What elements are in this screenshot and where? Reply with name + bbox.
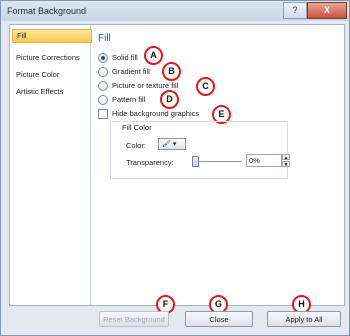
picture-texture-fill-radio[interactable]: [98, 81, 108, 91]
callout-b: B: [162, 62, 181, 81]
pattern-fill-radio[interactable]: [98, 95, 108, 105]
color-label: Color:: [126, 141, 147, 150]
solid-fill-label[interactable]: Solid fill: [112, 53, 138, 62]
window-close-button[interactable]: X: [307, 2, 347, 19]
gradient-fill-radio[interactable]: [98, 67, 108, 77]
sidebar-item-picture-color[interactable]: Picture Color: [12, 68, 90, 82]
sidebar-item-artistic-effects[interactable]: Artistic Effects: [12, 85, 90, 99]
spin-down-button[interactable]: ▼: [282, 161, 290, 168]
spin-up-button[interactable]: ▲: [282, 154, 290, 161]
chevron-down-icon: ▾: [170, 141, 177, 148]
sidebar-item-picture-corrections[interactable]: Picture Corrections: [12, 51, 90, 65]
hide-background-graphics-checkbox[interactable]: [98, 109, 108, 119]
main-panel: Fill Picture Corrections Picture Color A…: [9, 24, 345, 306]
transparency-input[interactable]: 0%: [246, 154, 282, 167]
sidebar-item-fill[interactable]: Fill: [12, 29, 92, 43]
close-button[interactable]: Close: [185, 311, 253, 327]
section-heading: Fill: [98, 33, 111, 44]
apply-to-all-button[interactable]: Apply to All: [267, 311, 341, 327]
transparency-slider-track[interactable]: [194, 161, 242, 162]
color-picker-button[interactable]: 🖌 ▾: [158, 138, 186, 150]
picture-texture-fill-label[interactable]: Picture or texture fill: [112, 81, 178, 90]
sidebar: Fill Picture Corrections Picture Color A…: [10, 25, 92, 305]
callout-d: D: [160, 90, 179, 109]
reset-background-button[interactable]: Reset Background: [99, 311, 169, 327]
callout-a: A: [144, 46, 163, 65]
title-bar: Format Background ? X: [1, 1, 349, 21]
fill-color-label: Fill Color: [122, 123, 152, 132]
gradient-fill-label[interactable]: Gradient fill: [112, 67, 150, 76]
fill-content: Fill Solid fill A Gradient fill B Pictur…: [96, 25, 342, 305]
solid-fill-radio[interactable]: [98, 53, 108, 63]
paint-bucket-icon: 🖌: [162, 141, 171, 148]
help-button[interactable]: ?: [283, 2, 307, 19]
hide-background-graphics-label[interactable]: Hide background graphics: [112, 109, 199, 118]
callout-c: C: [196, 77, 215, 96]
pattern-fill-label[interactable]: Pattern fill: [112, 95, 145, 104]
window-title: Format Background: [7, 6, 87, 16]
transparency-slider-thumb[interactable]: [192, 156, 199, 167]
transparency-label: Transparency:: [126, 158, 174, 167]
format-background-dialog: Format Background ? X Fill Picture Corre…: [0, 0, 350, 336]
